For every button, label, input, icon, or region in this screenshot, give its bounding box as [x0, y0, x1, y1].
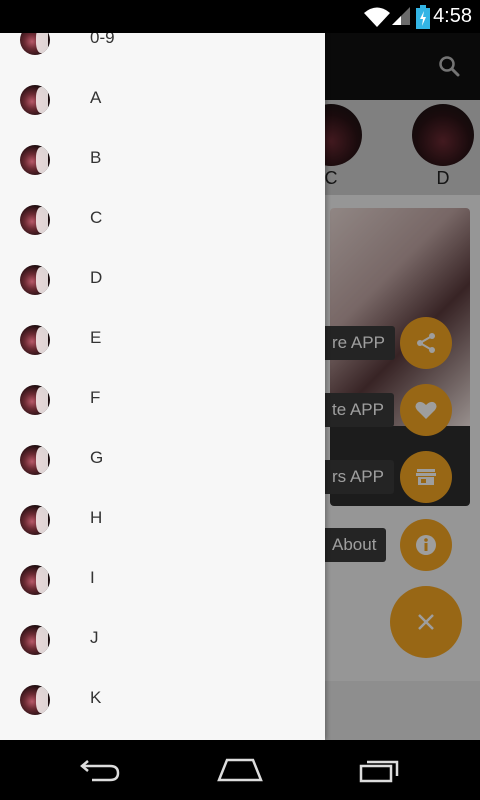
clock-time: 4:58 [433, 5, 472, 27]
avatar [20, 625, 50, 655]
drawer-item-k[interactable]: K [0, 670, 325, 730]
battery-charging-icon [416, 5, 430, 29]
drawer-item-label: I [90, 568, 95, 587]
drawer-item-label: K [90, 688, 102, 707]
recent-apps-icon [359, 760, 399, 783]
back-icon [80, 760, 120, 782]
avatar [20, 33, 50, 55]
avatar [20, 565, 50, 595]
drawer-item-f[interactable]: F [0, 370, 325, 430]
home-button[interactable] [217, 752, 263, 788]
avatar [20, 385, 50, 415]
drawer-item-d[interactable]: D [0, 250, 325, 310]
back-button[interactable] [77, 752, 123, 788]
signal-icon [392, 7, 410, 25]
drawer-item-label: A [90, 88, 102, 107]
drawer-item-j[interactable]: J [0, 610, 325, 670]
drawer-item-a[interactable]: A [0, 70, 325, 130]
status-bar: 4:58 [0, 0, 480, 33]
drawer-item-i[interactable]: I [0, 550, 325, 610]
drawer-item-e[interactable]: E [0, 310, 325, 370]
drawer-item-label: J [90, 628, 99, 647]
avatar [20, 85, 50, 115]
drawer-item-b[interactable]: B [0, 130, 325, 190]
drawer-item-label: B [90, 148, 102, 167]
home-icon [217, 758, 263, 782]
drawer-item-label: E [90, 328, 102, 347]
navigation-drawer: 0-9 A B C D E F G H I J K [0, 33, 325, 740]
drawer-item-label: D [90, 268, 103, 287]
avatar [20, 505, 50, 535]
drawer-item-g[interactable]: G [0, 430, 325, 490]
drawer-list: 0-9 A B C D E F G H I J K [0, 33, 325, 730]
drawer-item-label: H [90, 508, 103, 527]
drawer-item-label: G [90, 448, 104, 467]
avatar [20, 145, 50, 175]
drawer-item-label: F [90, 388, 101, 407]
wifi-icon [364, 7, 390, 27]
recent-apps-button[interactable] [357, 752, 403, 788]
drawer-item-0-9[interactable]: 0-9 [0, 33, 325, 70]
avatar [20, 265, 50, 295]
avatar [20, 325, 50, 355]
avatar [20, 205, 50, 235]
system-nav-bar [0, 740, 480, 800]
avatar [20, 445, 50, 475]
drawer-item-h[interactable]: H [0, 490, 325, 550]
drawer-item-c[interactable]: C [0, 190, 325, 250]
drawer-item-label: 0-9 [90, 33, 115, 47]
avatar [20, 685, 50, 715]
drawer-item-label: C [90, 208, 103, 227]
